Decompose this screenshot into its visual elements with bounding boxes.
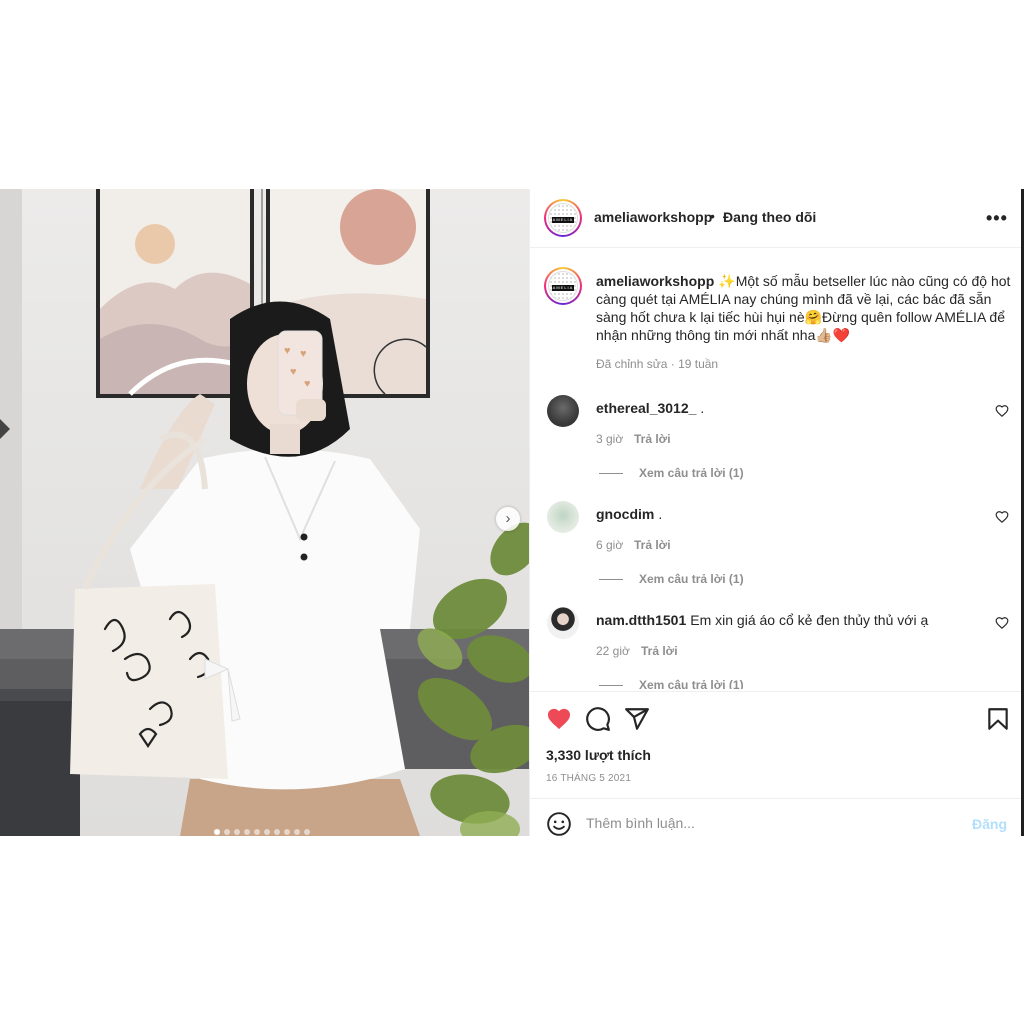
carousel-dot [264, 829, 270, 835]
replies-divider [599, 685, 623, 686]
comment-item: ethereal_3012_. 3 giờ Trả lời Xem câu tr… [530, 392, 1022, 482]
comment-username[interactable]: nam.dtth1501 Em xin giá áo cổ kẻ đen thủy… [596, 612, 928, 628]
comment-item: nam.dtth1501 Em xin giá áo cổ kẻ đen thủy… [530, 604, 1022, 689]
post-date: 16 THÁNG 5 2021 [546, 773, 632, 784]
comment-avatar[interactable] [547, 395, 579, 427]
comment-input[interactable] [586, 815, 946, 831]
post-comment-button[interactable]: Đăng [972, 816, 1007, 832]
carousel-dot [214, 829, 220, 835]
carousel-dot [254, 829, 260, 835]
post-actions: 3,330 lượt thích 16 THÁNG 5 2021 [530, 691, 1022, 797]
carousel-next-button[interactable]: › [496, 507, 520, 531]
post-photo[interactable]: ♥ ♥ ♥ ♥ › [0, 189, 529, 836]
view-replies-button[interactable]: Xem câu trả lời (1) [639, 466, 744, 480]
comment-icon[interactable] [585, 706, 611, 732]
comment-text: . [700, 400, 705, 416]
comment-text: . [658, 506, 663, 522]
add-comment-bar: Đăng [530, 798, 1022, 836]
carousel-dot [224, 829, 230, 835]
header-username[interactable]: ameliaworkshopp [594, 209, 712, 225]
header-separator: • [710, 208, 715, 224]
emoji-icon[interactable] [546, 811, 572, 837]
comment-item: gnocdim. 6 giờ Trả lời Xem câu trả lời (… [530, 498, 1022, 588]
avatar-logo-text: AMELIA [552, 217, 574, 222]
avatar-logo-text: AMELIA [552, 285, 574, 290]
reply-button[interactable]: Trả lời [634, 538, 671, 552]
carousel-dot [304, 829, 310, 835]
bookmark-icon[interactable] [985, 706, 1011, 732]
comment-username[interactable]: gnocdim. [596, 506, 662, 522]
carousel-dot [244, 829, 250, 835]
replies-divider [599, 579, 623, 580]
heart-outline-icon[interactable] [995, 404, 1009, 418]
comment-time: 3 giờ [596, 432, 624, 446]
follow-status-button[interactable]: Đang theo dõi [723, 209, 816, 225]
comments-list[interactable]: ethereal_3012_. 3 giờ Trả lời Xem câu tr… [530, 384, 1022, 689]
carousel-dot [234, 829, 240, 835]
send-icon[interactable] [624, 706, 650, 732]
comment-time: 22 giờ [596, 644, 630, 658]
likes-count[interactable]: 3,330 lượt thích [546, 747, 651, 763]
comment-avatar[interactable] [547, 607, 579, 639]
caption-username[interactable]: ameliaworkshopp [596, 273, 714, 289]
carousel-dot [294, 829, 300, 835]
more-horizontal-icon[interactable]: ••• [986, 208, 1008, 229]
svg-text:♥: ♥ [304, 378, 311, 390]
avatar[interactable]: AMELIA [544, 267, 582, 305]
view-replies-button[interactable]: Xem câu trả lời (1) [639, 572, 744, 586]
instagram-post: ♥ ♥ ♥ ♥ › AMELIA ameliaworkshopp • Đang … [0, 189, 1024, 836]
post-header: AMELIA ameliaworkshopp • Đang theo dõi •… [530, 189, 1022, 248]
photo-illustration: ♥ ♥♥♥ [0, 189, 529, 836]
caption-meta: Đã chỉnh sửa · 19 tuần [596, 357, 719, 371]
heart-outline-icon[interactable] [995, 510, 1009, 524]
chevron-right-icon: › [505, 510, 511, 527]
post-side-panel: AMELIA ameliaworkshopp • Đang theo dõi •… [529, 189, 1022, 836]
caption-text-block: ameliaworkshopp ✨Một số mẫu betseller lúc… [596, 272, 1011, 344]
svg-text:♥: ♥ [300, 348, 307, 360]
view-replies-button[interactable]: Xem câu trả lời (1) [639, 678, 744, 689]
avatar[interactable]: AMELIA [544, 199, 582, 237]
reply-button[interactable]: Trả lời [634, 432, 671, 446]
comment-time: 6 giờ [596, 538, 624, 552]
heart-outline-icon[interactable] [995, 616, 1009, 630]
heart-filled-icon[interactable] [546, 706, 572, 732]
replies-divider [599, 473, 623, 474]
reply-button[interactable]: Trả lời [641, 644, 678, 658]
carousel-indicator [214, 829, 310, 835]
carousel-dot [274, 829, 280, 835]
carousel-dot [284, 829, 290, 835]
comment-avatar[interactable] [547, 501, 579, 533]
svg-text:♥: ♥ [290, 366, 297, 378]
comment-username[interactable]: ethereal_3012_. [596, 400, 704, 416]
comment-text: Em xin giá áo cổ kẻ đen thủy thủ với ạ [690, 612, 929, 628]
svg-text:♥: ♥ [284, 345, 291, 357]
